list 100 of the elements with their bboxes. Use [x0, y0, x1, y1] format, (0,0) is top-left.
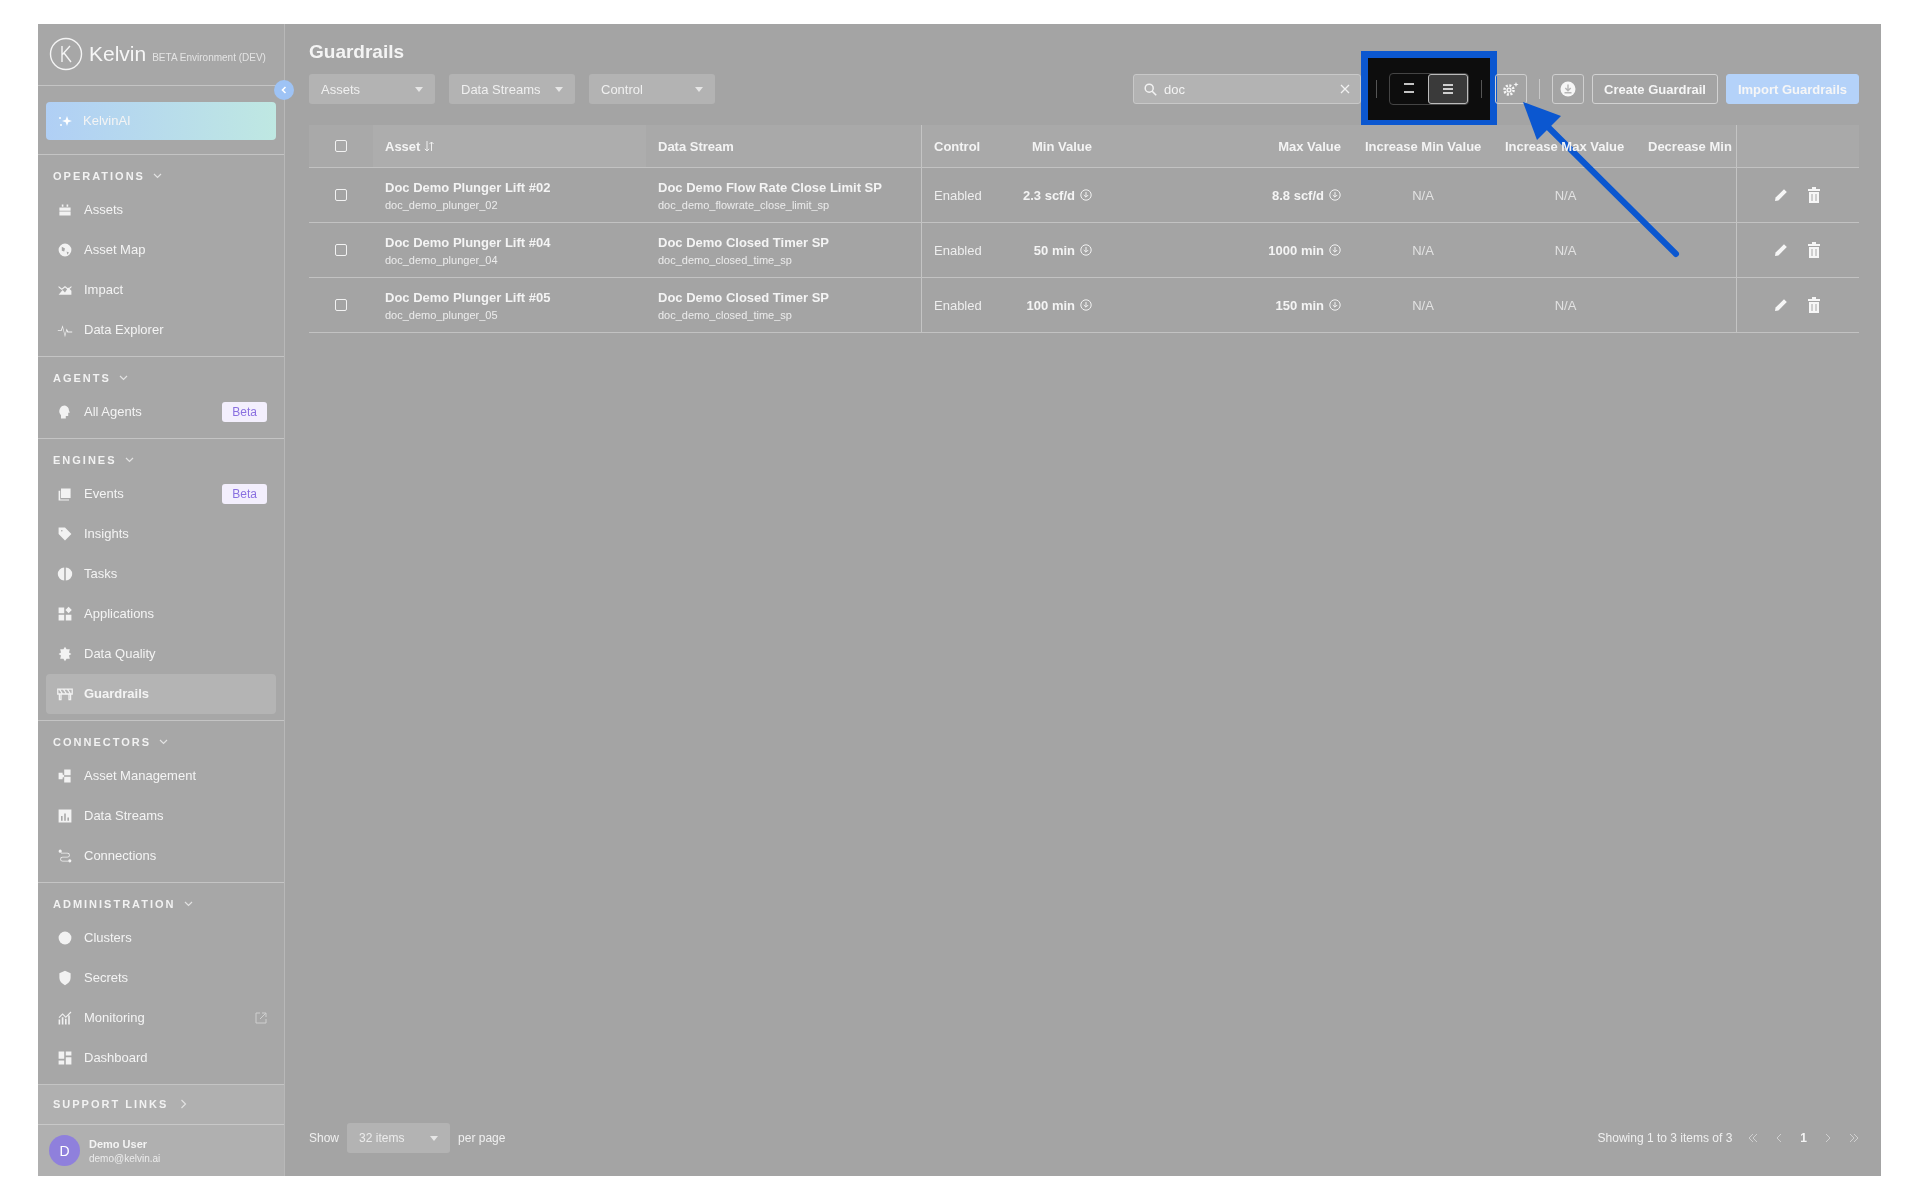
- clear-icon[interactable]: [1340, 84, 1351, 94]
- logo-icon: [49, 37, 83, 72]
- kelvinai-item[interactable]: KelvinAI: [46, 101, 276, 140]
- select-all-checkbox[interactable]: [335, 140, 347, 152]
- asset-id: doc_demo_plunger_05: [385, 308, 498, 321]
- sort-icon: [424, 140, 435, 152]
- last-page-icon[interactable]: [1849, 1133, 1859, 1143]
- nav-item[interactable]: Events Beta: [46, 473, 276, 514]
- asset-name[interactable]: Doc Demo Plunger Lift #05: [385, 289, 551, 305]
- column-header[interactable]: Control: [921, 125, 1006, 167]
- column-header[interactable]: Increase Min Value: [1353, 125, 1493, 167]
- bars-icon: [57, 807, 73, 824]
- table-cell: N/A: [1412, 297, 1434, 313]
- quality-icon: [57, 645, 73, 662]
- search-field[interactable]: doc: [1133, 74, 1362, 104]
- chevron-icon: [159, 738, 169, 745]
- table-cell: N/A: [1412, 187, 1434, 203]
- import-button[interactable]: Import Guardrails: [1725, 74, 1859, 104]
- delete-icon[interactable]: [1807, 297, 1821, 313]
- settings-button[interactable]: [1495, 74, 1528, 104]
- nav-item[interactable]: Tasks: [46, 553, 276, 594]
- search-icon: [1144, 82, 1158, 96]
- create-button[interactable]: Create Guardrail: [1592, 74, 1718, 104]
- nav-item[interactable]: Applications: [46, 593, 276, 634]
- filter-dropdown[interactable]: Control: [589, 74, 715, 104]
- download-button[interactable]: [1552, 74, 1585, 104]
- delete-icon[interactable]: [1807, 187, 1821, 203]
- table-cell: 2.3 scf/d: [1022, 187, 1075, 203]
- table-cell: 8.8 scf/d: [1271, 187, 1324, 203]
- two-lines-icon: [1402, 81, 1417, 95]
- filter-dropdown[interactable]: Assets: [309, 74, 435, 104]
- chevron-icon: [118, 374, 128, 381]
- nav-item[interactable]: Dashboard: [46, 1037, 276, 1078]
- table-cell: 1000 min: [1268, 242, 1324, 258]
- column-header[interactable]: Max Value: [1098, 125, 1353, 167]
- next-page-icon[interactable]: [1823, 1133, 1833, 1143]
- first-page-icon[interactable]: [1748, 1133, 1759, 1143]
- nav-item[interactable]: Connections: [46, 835, 276, 876]
- data-stream-id: doc_demo_closed_time_sp: [658, 308, 792, 321]
- page-size-dropdown[interactable]: 32 items: [347, 1123, 451, 1153]
- page-number[interactable]: 1: [1800, 1131, 1807, 1145]
- edit-icon[interactable]: [1773, 297, 1789, 313]
- nav-item[interactable]: Asset Map: [46, 229, 276, 270]
- row-checkbox[interactable]: [335, 189, 347, 201]
- data-stream-name[interactable]: Doc Demo Closed Timer SP: [658, 289, 829, 305]
- nav-item[interactable]: All Agents Beta: [46, 391, 276, 432]
- control-status: Enabled: [934, 242, 982, 258]
- asset-name[interactable]: Doc Demo Plunger Lift #04: [385, 234, 551, 250]
- data-stream-name[interactable]: Doc Demo Closed Timer SP: [658, 234, 829, 250]
- column-header[interactable]: Decrease Min: [1638, 125, 1736, 167]
- section-header[interactable]: CONNECTORS: [38, 720, 284, 756]
- pagination-summary: Showing 1 to 3 items of 3: [1597, 1131, 1733, 1145]
- assets-icon: [57, 201, 73, 218]
- dashboard-icon: [57, 1049, 73, 1066]
- table-cell: 50 min: [1033, 242, 1075, 258]
- caret-icon: [695, 86, 703, 92]
- data-stream-name[interactable]: Doc Demo Flow Rate Close Limit SP: [658, 179, 882, 195]
- nav-item[interactable]: Impact: [46, 269, 276, 310]
- section-header[interactable]: OPERATIONS: [38, 154, 284, 190]
- logo-text: Kelvin: [89, 42, 147, 67]
- nav-item[interactable]: Guardrails: [46, 673, 276, 714]
- nav-item[interactable]: Data Quality: [46, 633, 276, 674]
- row-checkbox[interactable]: [335, 299, 347, 311]
- data-stream-id: doc_demo_flowrate_close_limit_sp: [658, 198, 830, 211]
- list-view-button[interactable]: [1428, 74, 1469, 104]
- support-links-header[interactable]: SUPPORT LINKS: [38, 1084, 284, 1125]
- collapse-sidebar-button[interactable]: [274, 80, 294, 100]
- agent-icon: [57, 403, 73, 420]
- delete-icon[interactable]: [1807, 242, 1821, 258]
- asset-name[interactable]: Doc Demo Plunger Lift #02: [385, 179, 551, 195]
- edit-icon[interactable]: [1773, 187, 1789, 203]
- settings-icon: [1502, 81, 1521, 97]
- column-header[interactable]: Asset: [373, 125, 646, 167]
- page-title: Guardrails: [309, 41, 406, 63]
- edit-icon[interactable]: [1773, 242, 1789, 258]
- nav-item[interactable]: Data Explorer: [46, 309, 276, 350]
- user-avatar[interactable]: D: [49, 1135, 80, 1166]
- column-header[interactable]: Min Value: [1006, 125, 1098, 167]
- nav-item[interactable]: Insights: [46, 513, 276, 554]
- nav-item[interactable]: Secrets: [46, 957, 276, 998]
- section-header[interactable]: AGENTS: [38, 356, 284, 392]
- per-page-label: per page: [458, 1131, 506, 1145]
- control-status: Enabled: [934, 297, 982, 313]
- nav-item[interactable]: Monitoring: [46, 997, 276, 1038]
- download-circle-icon: [1329, 244, 1341, 256]
- table-cell: 150 min: [1275, 297, 1324, 313]
- caret-icon: [430, 1135, 439, 1141]
- environment-label: BETA Environment (DEV): [152, 51, 266, 63]
- column-header[interactable]: Data Stream: [646, 125, 921, 167]
- filter-dropdown[interactable]: Data Streams: [449, 74, 575, 104]
- nav-item[interactable]: Data Streams: [46, 795, 276, 836]
- nav-item[interactable]: Asset Management: [46, 755, 276, 796]
- shield-icon: [57, 969, 73, 986]
- caret-icon: [415, 86, 423, 92]
- nav-item[interactable]: Clusters: [46, 917, 276, 958]
- table-cell: N/A: [1554, 242, 1577, 258]
- section-header[interactable]: ADMINISTRATION: [38, 882, 284, 918]
- section-header[interactable]: ENGINES: [38, 438, 284, 474]
- row-checkbox[interactable]: [335, 244, 347, 256]
- nav-item[interactable]: Assets: [46, 189, 276, 230]
